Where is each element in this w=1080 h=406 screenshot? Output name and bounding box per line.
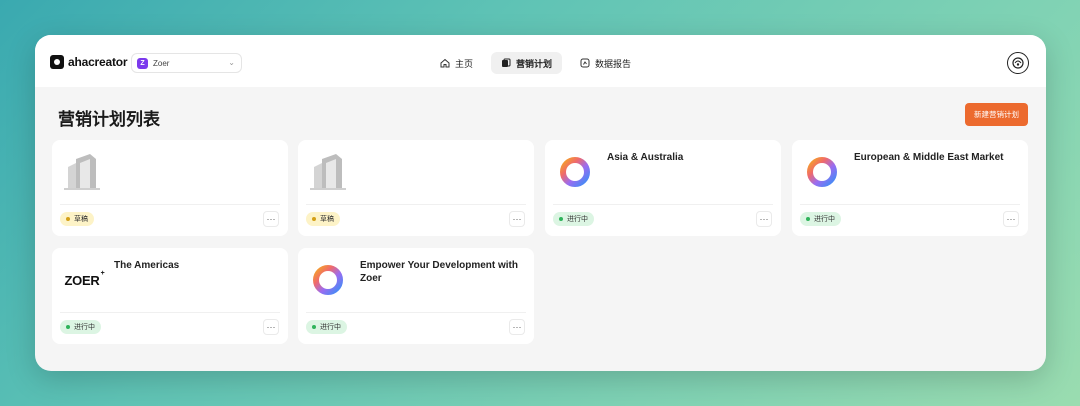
building-placeholder-icon <box>306 152 350 192</box>
new-marketing-plan-button[interactable]: 新建营销计划 <box>965 103 1028 126</box>
status-badge: 进行中 <box>60 320 101 334</box>
user-avatar[interactable] <box>1007 52 1029 74</box>
more-options-button[interactable]: ··· <box>263 319 279 335</box>
card-title: European & Middle East Market <box>854 152 1004 163</box>
tab-data-report[interactable]: 数据报告 <box>570 52 641 74</box>
status-badge: 进行中 <box>553 212 594 226</box>
home-icon <box>440 58 450 68</box>
report-icon <box>580 58 590 68</box>
workspace-name: Zoer <box>153 58 170 68</box>
card-title: Asia & Australia <box>607 152 684 163</box>
status-badge: 进行中 <box>800 212 841 226</box>
logo-icon <box>50 55 64 69</box>
workspace-selector[interactable]: Z Zoer ⌄ <box>131 53 242 73</box>
top-bar: ahacreator Z Zoer ⌄ 主页 营销计划 数据报告 <box>35 35 1046 87</box>
status-badge: 草稿 <box>60 212 94 226</box>
card-title: Empower Your Development with Zoer <box>360 260 518 284</box>
more-options-button[interactable]: ··· <box>1003 211 1019 227</box>
gradient-ring-logo <box>800 152 844 192</box>
gradient-ring-logo <box>553 152 597 192</box>
tab-label: 数据报告 <box>595 58 632 69</box>
building-placeholder-icon <box>60 152 104 192</box>
workspace-avatar: Z <box>137 57 148 69</box>
plan-card[interactable]: Empower Your Development with Zoer 进行中 ·… <box>298 248 534 344</box>
plan-card[interactable]: 草稿 ··· <box>52 140 288 236</box>
plan-card[interactable]: European & Middle East Market 进行中 ··· <box>792 140 1028 236</box>
more-options-button[interactable]: ··· <box>509 211 525 227</box>
more-options-button[interactable]: ··· <box>756 211 772 227</box>
chevron-down-icon: ⌄ <box>228 58 235 67</box>
tab-label: 主页 <box>455 58 474 69</box>
tab-label: 营销计划 <box>516 58 553 69</box>
main-nav: 主页 营销计划 数据报告 <box>430 52 641 74</box>
card-title: The Americas <box>114 260 180 271</box>
plan-card[interactable]: Asia & Australia 进行中 ··· <box>545 140 781 236</box>
status-badge: 草稿 <box>306 212 340 226</box>
tab-marketing-plans[interactable]: 营销计划 <box>491 52 563 74</box>
plan-card[interactable]: 草稿 ··· <box>298 140 534 236</box>
plan-card[interactable]: ZOER + The Americas 进行中 ··· <box>52 248 288 344</box>
plans-icon <box>501 58 511 68</box>
more-options-button[interactable]: ··· <box>509 319 525 335</box>
gradient-ring-logo <box>306 260 350 300</box>
logo-text: ahacreator <box>68 55 128 69</box>
tab-home[interactable]: 主页 <box>430 52 483 74</box>
app-window: ahacreator Z Zoer ⌄ 主页 营销计划 数据报告 营销计划列表 … <box>35 35 1046 371</box>
more-options-button[interactable]: ··· <box>263 211 279 227</box>
zoer-logo: ZOER + <box>64 269 105 288</box>
avatar-face-icon <box>1012 57 1024 69</box>
status-badge: 进行中 <box>306 320 347 334</box>
page-title: 营销计划列表 <box>58 110 160 129</box>
app-logo[interactable]: ahacreator <box>50 55 128 69</box>
